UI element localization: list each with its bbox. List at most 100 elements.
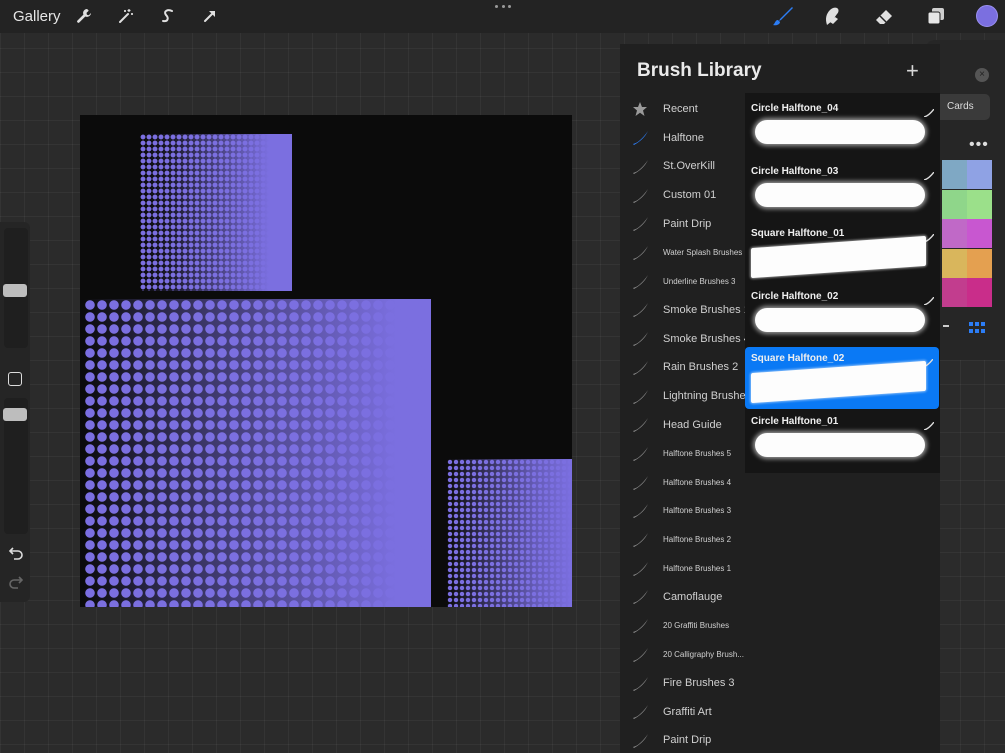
minus-icon[interactable] — [943, 325, 949, 327]
brush-set-item[interactable]: Graffiti Art — [630, 698, 748, 726]
brush-set-item[interactable]: Smoke Brushes 4 — [630, 325, 748, 353]
color-swatch[interactable] — [942, 189, 992, 219]
brush-size-slider[interactable] — [3, 228, 28, 348]
brush-set-item[interactable]: Halftone — [630, 124, 748, 152]
brush-set-item[interactable]: Camoflauge — [630, 583, 748, 611]
brush-item[interactable]: Circle Halftone_01 — [745, 410, 940, 472]
brush-set-item[interactable]: Custom 01 — [630, 181, 748, 209]
brush-set-item[interactable]: Fire Brushes 3 — [630, 669, 748, 697]
swatch-color[interactable] — [942, 278, 967, 307]
selection-s-icon[interactable] — [156, 4, 180, 28]
brush-name: Circle Halftone_04 — [751, 103, 839, 114]
brush-stroke-icon — [632, 474, 649, 491]
brush-set-item[interactable]: Smoke Brushes 12 — [630, 296, 748, 324]
brush-set-item[interactable]: 20 Graffiti Brushes — [630, 612, 748, 640]
brush-set-label: Halftone — [663, 131, 704, 144]
wrench-icon[interactable] — [72, 4, 96, 28]
swatch-color[interactable] — [942, 248, 967, 278]
brush-stroke-icon — [632, 617, 649, 634]
brush-set-label: Halftone Brushes 3 — [663, 506, 732, 516]
color-picker-button[interactable] — [976, 5, 998, 27]
layers-icon[interactable] — [924, 4, 948, 28]
brush-set-item[interactable]: Halftone Brushes 4 — [630, 468, 748, 496]
brush-set-item[interactable]: Lightning Brushes — [630, 382, 748, 410]
brush-stroke-icon — [632, 388, 649, 405]
close-icon[interactable]: × — [975, 68, 989, 82]
gallery-button[interactable]: Gallery — [13, 8, 61, 25]
brush-item[interactable]: Circle Halftone_03 — [745, 160, 940, 222]
brush-set-item[interactable]: Recent — [630, 95, 748, 123]
brush-set-item[interactable]: 20 Calligraphy Brush... — [630, 640, 748, 668]
color-swatch[interactable] — [942, 160, 992, 189]
brush-stroke-icon — [632, 215, 649, 232]
swatch-color[interactable] — [967, 160, 992, 189]
redo-icon[interactable] — [8, 574, 24, 590]
opacity-slider[interactable] — [3, 398, 28, 534]
brush-set-label: Halftone Brushes 5 — [663, 448, 732, 458]
brush-set-item[interactable]: Halftone Brushes 2 — [630, 526, 748, 554]
brush-set-item[interactable]: Water Splash Brushes — [630, 239, 748, 267]
brush-stroke-icon — [632, 187, 649, 204]
opacity-thumb[interactable] — [3, 408, 27, 421]
brush-stroke-icon — [632, 158, 649, 175]
brush-set-label: Custom 01 — [663, 189, 717, 202]
brush-stroke-icon — [632, 560, 649, 577]
brush-stroke-icon — [632, 588, 649, 605]
brush-stroke-icon — [632, 732, 649, 749]
brush-set-item[interactable]: Halftone Brushes 5 — [630, 439, 748, 467]
star-icon — [632, 101, 649, 118]
color-swatch[interactable] — [942, 248, 992, 278]
brush-set-item[interactable]: Halftone Brushes 3 — [630, 497, 748, 525]
eraser-icon[interactable] — [872, 4, 896, 28]
magic-wand-icon[interactable] — [114, 4, 138, 28]
halftone-shape-large — [84, 299, 431, 607]
cards-button[interactable]: Cards — [933, 94, 990, 120]
brush-set-item[interactable]: Underline Brushes 3 — [630, 267, 748, 295]
brush-list: Circle Halftone_04 Circle Halftone_03 Squa… — [745, 93, 940, 473]
brush-set-item[interactable]: Rain Brushes 2 — [630, 353, 748, 381]
brush-icon[interactable] — [771, 4, 795, 28]
brush-set-item[interactable]: Paint Drip — [630, 726, 748, 753]
smudge-icon[interactable] — [820, 4, 844, 28]
brush-stroke-icon — [632, 445, 649, 462]
transform-arrow-icon[interactable] — [198, 4, 222, 28]
brush-item[interactable]: Square Halftone_01 — [745, 222, 940, 284]
brush-set-label: Smoke Brushes 12 — [663, 303, 748, 316]
brush-set-item[interactable]: Paint Drip — [630, 210, 748, 238]
palette-grid-icon[interactable] — [969, 322, 987, 334]
swatch-color[interactable] — [942, 160, 967, 189]
brush-stroke-preview — [751, 236, 926, 279]
brush-set-label: Water Splash Brushes — [663, 248, 743, 257]
brush-stroke-icon — [632, 531, 649, 548]
color-swatch[interactable] — [942, 278, 992, 307]
modify-button[interactable] — [8, 372, 22, 386]
top-toolbar: Gallery — [0, 0, 1005, 33]
color-swatch[interactable] — [942, 219, 992, 248]
swatch-color[interactable] — [942, 219, 967, 248]
swatch-color[interactable] — [942, 189, 967, 219]
brush-set-label: Paint Drip — [663, 217, 712, 230]
brush-item[interactable]: Square Halftone_02 — [745, 347, 939, 410]
brush-set-label: Halftone Brushes 2 — [663, 535, 732, 544]
brush-library-title: Brush Library — [637, 60, 762, 81]
swatch-color[interactable] — [967, 248, 992, 278]
swatch-color[interactable] — [967, 278, 992, 307]
undo-icon[interactable] — [8, 545, 24, 561]
more-options-icon[interactable]: ••• — [969, 136, 989, 154]
brush-stroke-preview — [755, 182, 925, 207]
brush-set-item[interactable]: Head Guide — [630, 411, 748, 439]
brush-item[interactable]: Circle Halftone_02 — [745, 285, 940, 347]
brush-set-label: Recent — [663, 103, 698, 115]
drawing-canvas[interactable] — [80, 115, 572, 607]
brush-stroke-icon — [632, 244, 649, 261]
brush-item[interactable]: Circle Halftone_04 — [745, 97, 940, 159]
pencil-pressure-icon — [923, 417, 935, 431]
brush-set-item[interactable]: Halftone Brushes 1 — [630, 554, 748, 582]
brush-set-item[interactable]: St.OverKill — [630, 152, 748, 180]
swatch-color[interactable] — [967, 189, 992, 219]
drag-handle[interactable] — [495, 5, 511, 10]
brush-size-thumb[interactable] — [3, 284, 27, 297]
add-brush-set-button[interactable]: + — [906, 58, 919, 84]
swatch-color[interactable] — [967, 219, 992, 248]
brush-name: Square Halftone_01 — [751, 228, 845, 240]
